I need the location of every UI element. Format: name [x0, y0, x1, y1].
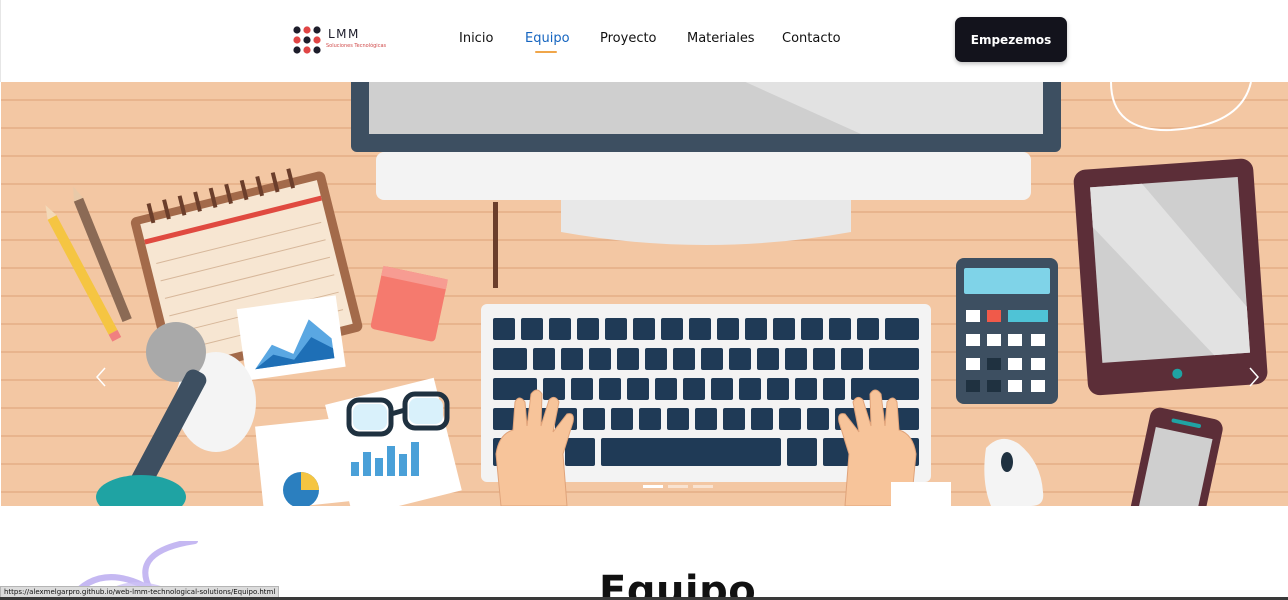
nav-equipo[interactable]: Equipo [525, 31, 570, 46]
active-nav-indicator [535, 51, 557, 53]
carousel-indicator-3[interactable] [693, 485, 713, 488]
brand-tagline: Soluciones Tecnológicas [326, 43, 387, 49]
carousel-indicator-1[interactable] [643, 485, 663, 488]
start-button[interactable]: Empezemos [955, 17, 1067, 62]
logo-mark-icon [293, 26, 321, 54]
nav-contacto[interactable]: Contacto [782, 31, 841, 46]
nav-materiales[interactable]: Materiales [687, 31, 755, 46]
chevron-left-icon [95, 367, 106, 387]
brand-logo[interactable]: LMM Soluciones Tecnológicas [292, 25, 412, 57]
chevron-right-icon [1249, 367, 1260, 387]
carousel-indicators [643, 485, 715, 491]
carousel-prev-button[interactable] [91, 365, 111, 389]
carousel-indicator-2[interactable] [668, 485, 688, 488]
section-title: Equipo [599, 568, 757, 600]
hero-illustration [1, 82, 1288, 506]
site-header: LMM Soluciones Tecnológicas Inicio Equip… [0, 0, 1288, 82]
hero-carousel [1, 82, 1288, 506]
nav-inicio[interactable]: Inicio [459, 31, 493, 46]
carousel-next-button[interactable] [1244, 365, 1264, 389]
nav-proyecto[interactable]: Proyecto [600, 31, 657, 46]
brand-name: LMM [328, 27, 360, 41]
